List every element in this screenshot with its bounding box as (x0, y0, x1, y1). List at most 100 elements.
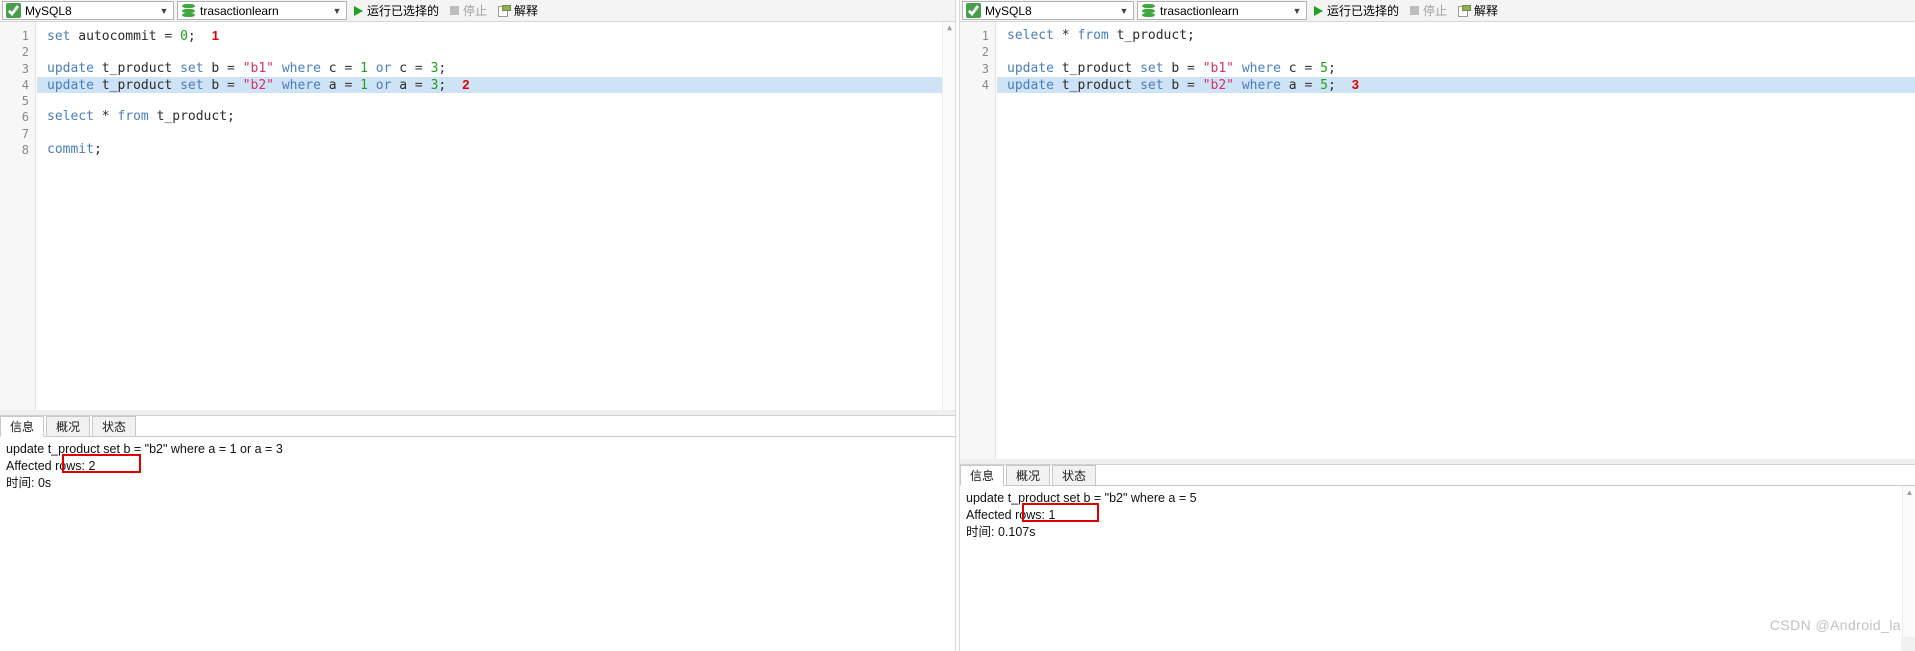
line-number: 6 (21, 110, 29, 125)
code-line[interactable] (37, 44, 955, 60)
code-line[interactable] (997, 44, 1915, 60)
connection-select[interactable]: MySQL8 ▼ (2, 1, 174, 20)
run-selected-label: 运行已选择的 (367, 4, 440, 18)
code-token: c (1280, 60, 1305, 76)
right-result-tabs[interactable]: 信息 概况 状态 (960, 465, 1915, 486)
code-token: * (101, 109, 110, 125)
result-tab-信息[interactable]: 信息 (960, 465, 1005, 486)
result-tab-概况[interactable]: 概况 (46, 416, 91, 436)
left-result-affected-rows: Affected rows: 2 (6, 459, 96, 473)
code-token: from (117, 109, 149, 125)
code-token: ; (1327, 60, 1336, 76)
code-line[interactable]: update t_product set b = "b1" where c = … (37, 61, 955, 77)
code-token: t_product (1053, 60, 1141, 76)
line-number: 1 (21, 29, 29, 43)
line-number: 3 (981, 61, 989, 76)
code-token: "b2" (242, 77, 274, 93)
explain-icon (1458, 5, 1472, 17)
stop-label: 停止 (463, 4, 488, 18)
screenshot-root: MySQL8 ▼ trasactionlearn ▼ 运行已选择的 停止 解释 (0, 0, 1915, 651)
line-number: 8 (21, 143, 29, 158)
stop-icon (450, 6, 460, 15)
connection-select-label: MySQL8 (25, 3, 72, 18)
scroll-up-icon[interactable]: ▲ (1903, 486, 1915, 499)
right-code-area[interactable]: select * from t_product; update t_produc… (997, 22, 1915, 459)
code-token: update (47, 77, 94, 93)
database-select[interactable]: trasactionlearn ▼ (177, 1, 347, 20)
code-token: 0 (180, 29, 188, 44)
code-token: select (1007, 28, 1054, 43)
step-annotation: 1 (211, 28, 219, 43)
resize-grip[interactable] (1901, 637, 1915, 651)
code-line[interactable] (37, 93, 955, 109)
right-sql-editor[interactable]: 1234 select * from t_product; update t_p… (960, 22, 1915, 459)
scroll-up-icon[interactable]: ▲ (943, 22, 955, 35)
code-token: commit (47, 142, 94, 158)
result-tab-状态[interactable]: 状态 (92, 416, 137, 436)
code-token: set (180, 60, 204, 76)
code-token: b (1163, 77, 1188, 93)
explain-label: 解释 (1474, 4, 1499, 18)
result-tab-状态[interactable]: 状态 (1052, 465, 1097, 485)
code-line[interactable]: select * from t_product; (997, 28, 1915, 44)
stop-button[interactable]: 停止 (1406, 1, 1451, 20)
code-token: t_product; (148, 109, 235, 125)
chevron-down-icon: ▼ (1119, 5, 1129, 16)
code-token: update (1007, 60, 1054, 76)
database-select[interactable]: trasactionlearn ▼ (1137, 1, 1307, 20)
code-token: t_product (1053, 77, 1141, 93)
code-token: = (344, 77, 361, 93)
mysql-icon (966, 3, 981, 18)
mysql-icon (6, 3, 21, 18)
code-line[interactable]: update t_product set b = "b2" where a = … (37, 76, 955, 94)
code-token: 1 (360, 60, 368, 76)
right-result-elapsed: 时间: 0.107s (966, 525, 1036, 539)
code-line[interactable]: commit; (37, 142, 955, 158)
stop-button[interactable]: 停止 (446, 1, 491, 20)
database-icon (181, 3, 196, 18)
code-token: = (1304, 60, 1321, 76)
chevron-down-icon: ▼ (159, 5, 169, 16)
stop-icon (1410, 6, 1420, 15)
code-token: set (1140, 60, 1164, 76)
code-line[interactable]: set autocommit = 0; 1 (37, 28, 955, 44)
database-icon (1141, 3, 1156, 18)
line-number: 3 (21, 61, 29, 76)
code-line[interactable]: select * from t_product; (37, 109, 955, 125)
result-tab-概况[interactable]: 概况 (1006, 465, 1051, 485)
connection-select[interactable]: MySQL8 ▼ (962, 1, 1134, 20)
code-line[interactable] (37, 126, 955, 142)
right-result-affected-rows: Affected rows: 1 (966, 508, 1056, 522)
code-token: b (203, 77, 228, 93)
code-token: "b1" (242, 60, 274, 76)
run-selected-button[interactable]: 运行已选择的 (350, 1, 443, 20)
explain-button[interactable]: 解释 (494, 1, 542, 20)
code-token: where (1241, 60, 1281, 76)
code-token: set (180, 77, 204, 93)
run-selected-button[interactable]: 运行已选择的 (1310, 1, 1403, 20)
code-token: ; (1327, 77, 1336, 93)
code-token: ; (438, 60, 447, 76)
database-select-label: trasactionlearn (200, 3, 279, 18)
code-token: = (1187, 60, 1203, 76)
code-line[interactable]: update t_product set b = "b2" where a = … (997, 76, 1915, 94)
left-editor-vertical-scrollbar[interactable]: ▲ (942, 22, 955, 410)
left-code-area[interactable]: set autocommit = 0; 1 update t_product se… (37, 22, 955, 410)
code-token: c (320, 60, 345, 76)
chevron-down-icon: ▼ (1292, 5, 1302, 16)
code-token: or (375, 60, 392, 76)
left-result-tabs[interactable]: 信息 概况 状态 (0, 416, 955, 437)
right-line-number-gutter: 1 234 (960, 22, 996, 459)
explain-button[interactable]: 解释 (1454, 1, 1502, 20)
line-number: 2 (21, 45, 29, 60)
code-line[interactable]: update t_product set b = "b1" where c = … (997, 61, 1915, 77)
right-results-vertical-scrollbar[interactable]: ▲ (1902, 486, 1915, 651)
result-tab-信息[interactable]: 信息 (0, 416, 45, 437)
step-annotation: 2 (462, 76, 470, 92)
left-sql-editor[interactable]: 12345678 set autocommit = 0; 1 update t_p… (0, 22, 955, 410)
